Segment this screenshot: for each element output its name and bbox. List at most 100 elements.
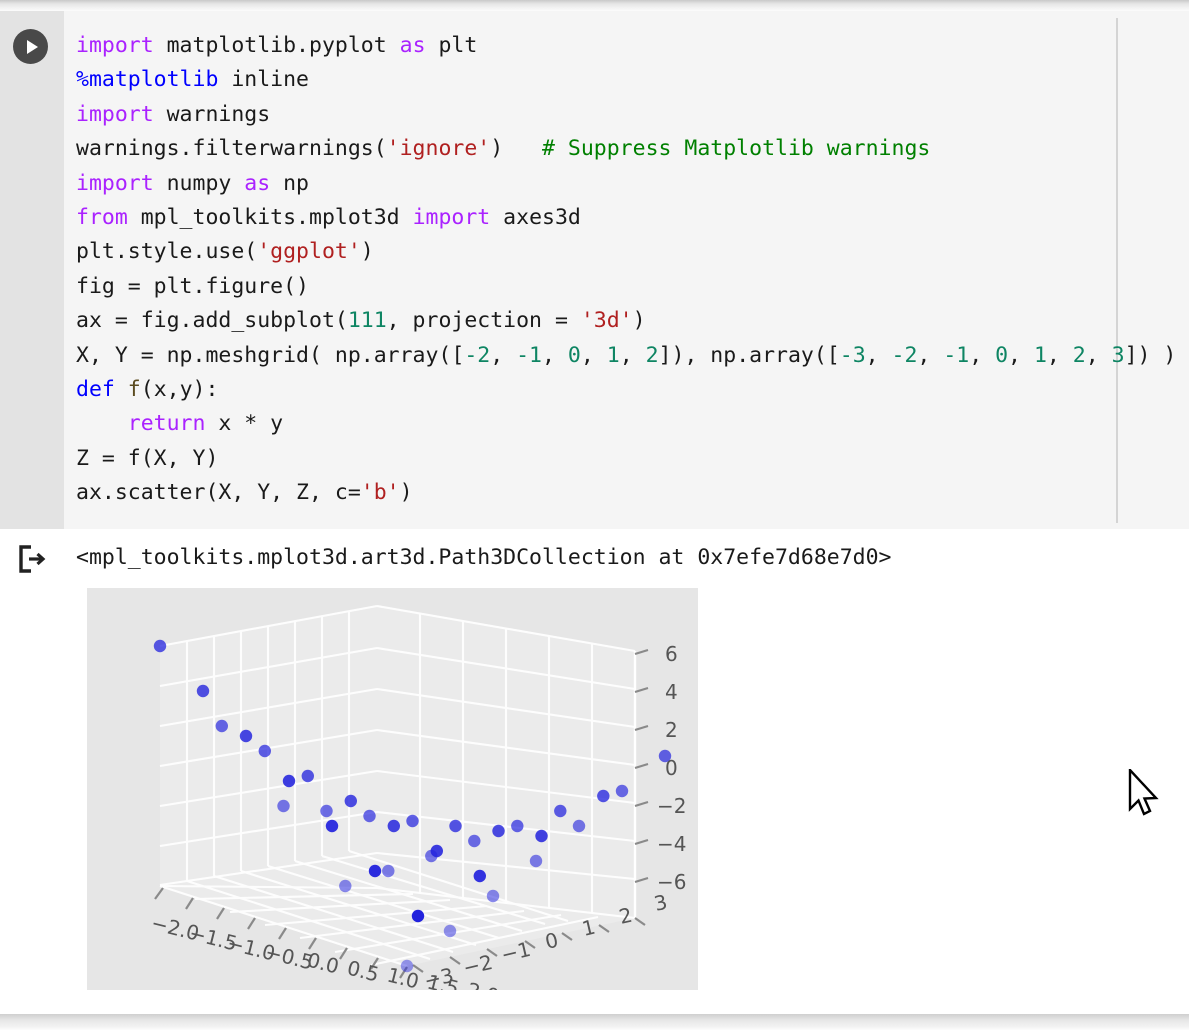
scatter-point — [658, 749, 672, 763]
z-ticklabel: 2 — [665, 718, 678, 742]
scatter-point — [535, 829, 548, 843]
scatter-point — [382, 864, 395, 878]
code-token: ]), np.array([ — [658, 342, 840, 368]
code-token: , — [1008, 342, 1034, 368]
code-token: -2 — [891, 342, 918, 368]
code-token: as — [399, 33, 426, 58]
code-line: import matplotlib.pyplot as plt — [76, 29, 1176, 63]
code-token: import — [76, 33, 154, 58]
play-icon — [26, 39, 38, 54]
code-editor[interactable]: import matplotlib.pyplot as plt %matplotl… — [64, 11, 1189, 529]
code-token: 3 — [1111, 342, 1125, 368]
scatter-point — [468, 834, 481, 848]
code-token: ) — [490, 136, 543, 162]
code-token: 0 — [567, 342, 581, 368]
scatter-point — [449, 819, 462, 833]
scatter-point — [554, 804, 567, 818]
code-token: ) — [632, 308, 646, 334]
scatter-point — [615, 784, 629, 798]
code-source[interactable]: import matplotlib.pyplot as plt %matplotl… — [76, 29, 1176, 510]
scatter-point — [473, 869, 486, 883]
code-token: Z = f(X, Y) — [76, 445, 219, 471]
scatter-point — [277, 799, 290, 813]
scatter-point — [511, 819, 524, 833]
code-token: fig = plt.figure() — [76, 273, 309, 299]
code-token: 1 — [1033, 342, 1047, 368]
code-line: plt.style.use('ggplot') — [76, 235, 1176, 269]
code-token: , — [969, 342, 996, 368]
code-token: 2 — [1072, 342, 1086, 368]
code-token: 'ggplot' — [257, 239, 361, 265]
z-ticklabel: −4 — [657, 832, 686, 856]
code-token: ax = fig.add_subplot( — [76, 308, 348, 334]
code-token: -2 — [464, 342, 491, 368]
scatter-point — [153, 639, 167, 653]
code-token: 0 — [995, 342, 1009, 368]
code-line: import numpy as np — [76, 167, 1176, 201]
code-token: , — [490, 342, 517, 368]
code-token: , — [542, 342, 568, 368]
code-token: 1 — [606, 342, 620, 368]
code-token: warnings — [153, 101, 271, 127]
scatter-point — [430, 844, 443, 858]
scatter-point — [363, 809, 376, 823]
code-token: def — [76, 376, 115, 402]
code-token: X, Y = np.meshgrid( np.array([ — [76, 342, 465, 368]
scatter3d-plot: 6 4 2 0 −2 −4 −6 −2.0 −1.5 −1.0 −0.5 0.0… — [87, 588, 698, 990]
scatter-point — [387, 819, 400, 833]
code-token: ) — [399, 480, 413, 506]
code-line: import warnings — [76, 98, 1176, 132]
code-token: plt.style.use( — [76, 239, 258, 265]
code-token: axes3d — [490, 204, 581, 230]
z-ticklabel: 6 — [665, 642, 678, 666]
output-arrow-icon — [19, 545, 46, 573]
code-token: 'b' — [360, 480, 400, 506]
code-token: as — [244, 170, 271, 196]
code-token: mpl_toolkits.mplot3d — [127, 204, 413, 230]
output-cell-gutter — [0, 529, 64, 1014]
scatter-point — [325, 819, 339, 833]
scatter-point — [339, 879, 352, 893]
code-line: fig = plt.figure() — [76, 270, 1176, 304]
scatter-point — [411, 909, 425, 923]
scatter-point — [282, 774, 296, 788]
scatter-point — [443, 924, 457, 938]
code-token: , — [1085, 342, 1112, 368]
scatter-point — [486, 889, 500, 903]
code-token: , — [619, 342, 646, 368]
scatter-point — [406, 814, 419, 828]
code-token: matplotlib.pyplot — [153, 33, 400, 58]
code-cell-gutter — [0, 11, 64, 529]
scatter-point — [400, 959, 414, 973]
code-token: '3d' — [580, 308, 633, 334]
z-ticklabel: 4 — [665, 680, 678, 704]
scatter-point — [239, 729, 253, 743]
code-token: (x,y): — [140, 376, 219, 402]
code-line: ax = fig.add_subplot(111, projection = '… — [76, 304, 1176, 338]
output-cell: <mpl_toolkits.mplot3d.art3d.Path3DCollec… — [0, 529, 1189, 1014]
run-cell-button[interactable] — [13, 29, 48, 64]
code-token: warnings.filterwarnings( — [76, 136, 387, 162]
code-line: def f(x,y): — [76, 373, 1176, 407]
code-line: from mpl_toolkits.mplot3d import axes3d — [76, 201, 1176, 235]
code-token: , — [917, 342, 944, 368]
code-token: , — [580, 342, 607, 368]
scatter-point — [320, 804, 333, 818]
scatter-point — [597, 789, 610, 803]
pane-yz — [376, 604, 636, 918]
scatter-point — [215, 719, 228, 733]
code-token: %matplotlib — [76, 67, 219, 93]
code-token: 2 — [645, 342, 659, 368]
code-token: -3 — [839, 342, 866, 368]
code-token: , — [1046, 342, 1073, 368]
code-token: import — [76, 170, 154, 196]
code-token: inline — [218, 67, 309, 93]
scatter-point — [196, 684, 210, 698]
code-line: return x * y — [76, 407, 1176, 441]
scatter-point — [529, 854, 543, 868]
code-cell: import matplotlib.pyplot as plt %matplotl… — [0, 11, 1189, 529]
code-token: -1 — [516, 342, 542, 368]
page-top-border — [0, 0, 1189, 11]
page-bottom-border — [0, 1014, 1189, 1030]
